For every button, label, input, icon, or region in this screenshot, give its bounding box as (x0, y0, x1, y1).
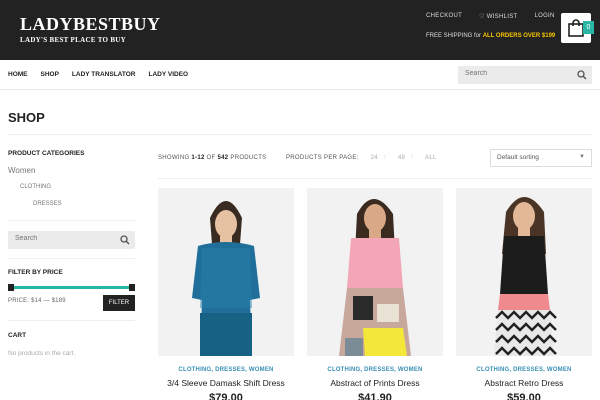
product-card[interactable]: CLOTHING, DRESSES, WOMEN 3/4 Sleeve Dama… (158, 188, 294, 400)
chevron-down-icon: ▼ (579, 154, 585, 160)
nav-item-shop[interactable]: SHOP (41, 71, 59, 78)
site-logo[interactable]: LADYBESTBUY LADY'S BEST PLACE TO BUY (20, 14, 161, 46)
toolbar-divider (158, 178, 592, 179)
result-count: SHOWING 1-12 OF 542 PRODUCTS (158, 155, 266, 161)
nav-item-lady-translator[interactable]: LADY TRANSLATOR (72, 71, 136, 78)
sort-selected-value: Default sorting (497, 154, 539, 161)
per-page-option-48[interactable]: 48 (398, 155, 405, 161)
shopping-bag-icon (568, 19, 584, 37)
header-search (458, 66, 592, 84)
category-clothing[interactable]: CLOTHING (20, 184, 51, 190)
price-slider-track[interactable] (8, 286, 135, 289)
brand-tagline: LADY'S BEST PLACE TO BUY (20, 36, 127, 44)
categories-heading: PRODUCT CATEGORIES (8, 150, 85, 157)
product-categories[interactable]: CLOTHING, DRESSES, WOMEN (307, 367, 443, 373)
sidebar-search (8, 231, 135, 249)
product-categories[interactable]: CLOTHING, DRESSES, WOMEN (158, 367, 294, 373)
sort-select[interactable]: Default sorting ▼ (490, 149, 592, 167)
filter-button[interactable]: FILTER (103, 295, 135, 311)
shipping-highlight: ALL ORDERS OVER $199 (482, 33, 556, 39)
price-filter-heading: FILTER BY PRICE (8, 269, 63, 276)
price-slider-min-handle[interactable] (8, 284, 14, 291)
top-bar: LADYBESTBUY LADY'S BEST PLACE TO BUY CHE… (0, 0, 600, 60)
sidebar-divider (8, 220, 135, 221)
sidebar-divider (8, 258, 135, 259)
result-count-prefix: SHOWING (158, 155, 192, 161)
category-women[interactable]: Women (8, 166, 35, 175)
price-range-label: PRICE: $14 — $189 (8, 298, 66, 304)
product-card[interactable]: CLOTHING, DRESSES, WOMEN Abstract Retro … (456, 188, 592, 400)
product-price: $41.90 (358, 392, 392, 400)
sidebar-search-input[interactable] (15, 235, 105, 242)
checkout-link[interactable]: CHECKOUT (426, 13, 462, 20)
product-price: $59.00 (507, 392, 541, 400)
category-dresses[interactable]: DRESSES (33, 201, 62, 207)
cart-count-badge: 0 (583, 21, 594, 34)
page-title: SHOP (8, 110, 45, 125)
title-divider (8, 134, 592, 135)
model-figure-retro-dress (456, 188, 592, 356)
per-page-option-24[interactable]: 24 (371, 155, 378, 161)
brand-name: LADYBESTBUY (20, 14, 161, 34)
product-name[interactable]: 3/4 Sleeve Damask Shift Dress (158, 378, 294, 388)
product-name[interactable]: Abstract of Prints Dress (307, 378, 443, 388)
product-card[interactable]: CLOTHING, DRESSES, WOMEN Abstract of Pri… (307, 188, 443, 400)
product-image[interactable] (456, 188, 592, 356)
model-figure-blue-dress (158, 188, 294, 356)
nav-item-home[interactable]: HOME (8, 71, 28, 78)
result-count-range: 1-12 (191, 155, 205, 161)
sidebar-divider (8, 320, 135, 321)
cart-empty-message: No products in the cart. (8, 350, 76, 357)
price-slider-max-handle[interactable] (129, 284, 135, 291)
wishlist-link[interactable]: ♡ WISHLIST (479, 13, 517, 20)
login-link[interactable]: LOGIN (534, 13, 554, 20)
per-page-option-all[interactable]: ALL (425, 155, 437, 161)
product-categories[interactable]: CLOTHING, DRESSES, WOMEN (456, 367, 592, 373)
result-count-of: OF (204, 155, 218, 161)
shipping-text: FREE SHIPPING for (426, 33, 483, 39)
products-per-page: PRODUCTS PER PAGE: 24/ 48/ ALL (286, 155, 437, 161)
product-price: $79.00 (209, 392, 243, 400)
search-icon[interactable] (120, 235, 130, 245)
result-count-total: 542 (217, 155, 229, 161)
per-page-label: PRODUCTS PER PAGE: (286, 155, 359, 161)
header-search-input[interactable] (465, 70, 565, 77)
search-icon[interactable] (577, 70, 587, 80)
model-figure-print-dress (307, 188, 443, 356)
product-image[interactable] (158, 188, 294, 356)
result-count-suffix: PRODUCTS (228, 155, 267, 161)
nav-item-lady-video[interactable]: LADY VIDEO (148, 71, 188, 78)
product-image[interactable] (307, 188, 443, 356)
top-links: CHECKOUT ♡ WISHLIST LOGIN (426, 13, 555, 20)
cart-heading: CART (8, 332, 27, 339)
shipping-notice: FREE SHIPPING for ALL ORDERS OVER $199 (426, 33, 555, 39)
product-name[interactable]: Abstract Retro Dress (456, 378, 592, 388)
